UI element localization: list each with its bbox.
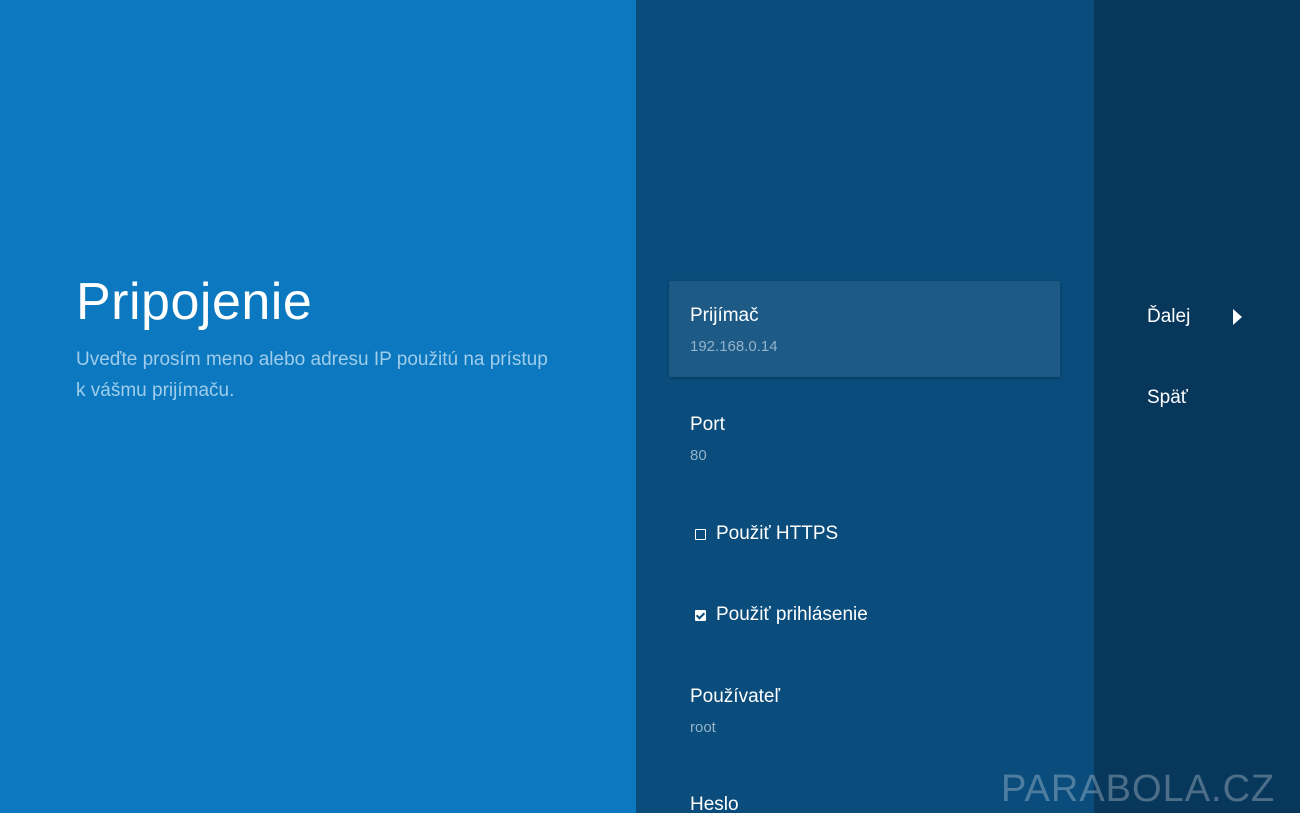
use-login-checkbox[interactable] — [695, 609, 706, 621]
play-arrow-icon — [1233, 309, 1242, 325]
screen: Pripojenie Uveďte prosím meno alebo adre… — [0, 0, 1300, 813]
actions-panel: Ďalej Späť — [1094, 0, 1300, 813]
next-button[interactable]: Ďalej — [1147, 306, 1190, 328]
use-login-label: Použiť prihlásenie — [716, 604, 868, 625]
settings-list: Prijímač 192.168.0.14 Port 80 Použiť HTT… — [636, 0, 1094, 813]
user-setting[interactable]: Používateľ root — [669, 686, 1060, 766]
receiver-label: Prijímač — [690, 305, 759, 326]
back-button[interactable]: Späť — [1147, 387, 1188, 409]
port-value: 80 — [690, 447, 707, 464]
user-value: root — [690, 719, 716, 736]
user-label: Používateľ — [690, 686, 781, 707]
receiver-value: 192.168.0.14 — [690, 338, 778, 355]
guidance-panel: Pripojenie Uveďte prosím meno alebo adre… — [0, 0, 636, 813]
use-https-setting[interactable]: Použiť HTTPS — [669, 523, 1060, 553]
use-https-checkbox[interactable] — [695, 528, 706, 540]
port-setting[interactable]: Port 80 — [669, 414, 1060, 494]
page-title: Pripojenie — [76, 273, 313, 331]
page-description: Uveďte prosím meno alebo adresu IP použi… — [76, 349, 548, 401]
port-label: Port — [690, 414, 725, 435]
use-https-label: Použiť HTTPS — [716, 523, 839, 544]
use-login-setting[interactable]: Použiť prihlásenie — [669, 604, 1060, 634]
receiver-setting[interactable]: Prijímač 192.168.0.14 — [669, 281, 1060, 377]
watermark: PARABOLA.CZ — [1001, 768, 1276, 810]
